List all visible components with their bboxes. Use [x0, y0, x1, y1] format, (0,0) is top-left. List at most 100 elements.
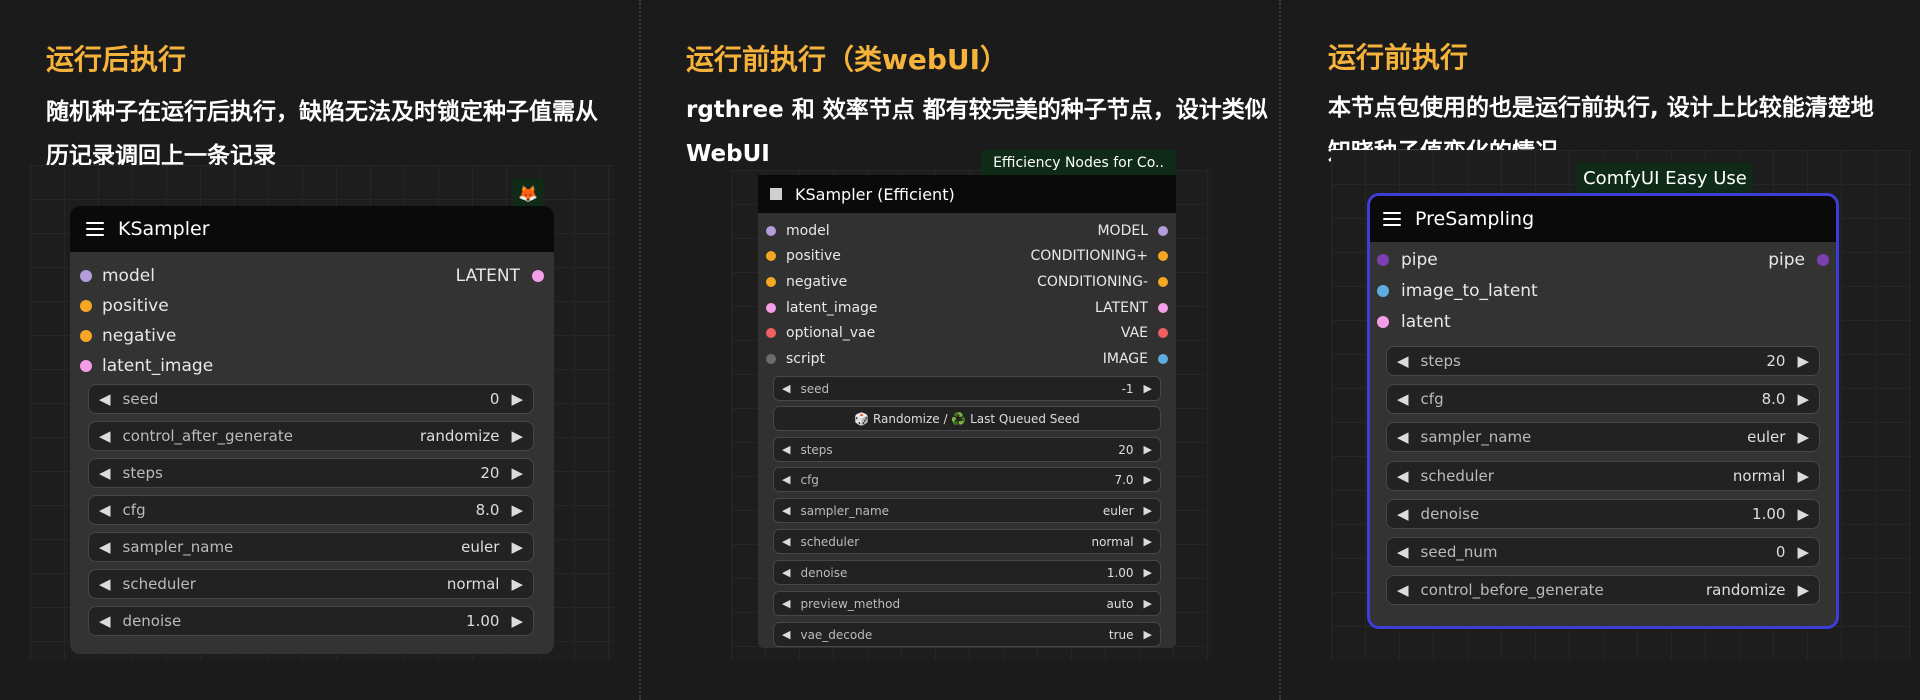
increment-arrow-icon[interactable]: ▶ [1797, 352, 1809, 370]
increment-arrow-icon[interactable]: ▶ [1144, 473, 1152, 486]
decrement-arrow-icon[interactable]: ◀ [99, 501, 111, 519]
decrement-arrow-icon[interactable]: ◀ [1397, 428, 1409, 446]
widget-scheduler[interactable]: ◀ scheduler normal ▶ [1386, 461, 1820, 491]
output-slot[interactable]: LATENT [456, 266, 544, 286]
slot-dot-icon[interactable] [766, 354, 776, 364]
increment-arrow-icon[interactable]: ▶ [511, 538, 523, 556]
output-slot[interactable]: IMAGE [1103, 350, 1168, 368]
widget-scheduler[interactable]: ◀ scheduler normal ▶ [773, 529, 1161, 554]
decrement-arrow-icon[interactable]: ◀ [1397, 581, 1409, 599]
slot-dot-icon[interactable] [1377, 254, 1389, 266]
decrement-arrow-icon[interactable]: ◀ [1397, 390, 1409, 408]
decrement-arrow-icon[interactable]: ◀ [99, 464, 111, 482]
decrement-arrow-icon[interactable]: ◀ [99, 575, 111, 593]
randomize-last-queued-seed-button[interactable]: 🎲 Randomize / ♻️ Last Queued Seed [773, 406, 1161, 431]
menu-icon[interactable] [1383, 211, 1401, 227]
ksampler-efficient-node[interactable]: KSampler (Efficient) model positive nega… [758, 175, 1176, 648]
input-slot[interactable]: negative [80, 326, 176, 346]
output-slot[interactable]: CONDITIONING- [1037, 273, 1168, 291]
decrement-arrow-icon[interactable]: ◀ [782, 382, 790, 395]
widget-cfg[interactable]: ◀ cfg 8.0 ▶ [88, 495, 534, 525]
widget-steps[interactable]: ◀ steps 20 ▶ [773, 437, 1161, 462]
widget-vae-decode[interactable]: ◀ vae_decode true ▶ [773, 622, 1161, 647]
input-slot[interactable]: model [766, 222, 830, 240]
widget-sampler-name[interactable]: ◀ sampler_name euler ▶ [88, 532, 534, 562]
widget-denoise[interactable]: ◀ denoise 1.00 ▶ [773, 560, 1161, 585]
decrement-arrow-icon[interactable]: ◀ [99, 538, 111, 556]
slot-dot-icon[interactable] [1158, 303, 1168, 313]
ksampler-node[interactable]: KSampler model positive negative latent_… [70, 206, 554, 654]
node-header[interactable]: KSampler (Efficient) [758, 175, 1176, 213]
input-slot[interactable]: latent [1377, 311, 1451, 333]
slot-dot-icon[interactable] [1377, 285, 1389, 297]
node-header[interactable]: PreSampling [1370, 196, 1836, 242]
presampling-node[interactable]: PreSampling pipe image_to_latent latent … [1367, 193, 1839, 629]
decrement-arrow-icon[interactable]: ◀ [1397, 543, 1409, 561]
decrement-arrow-icon[interactable]: ◀ [782, 597, 790, 610]
increment-arrow-icon[interactable]: ▶ [1797, 467, 1809, 485]
input-slot[interactable]: model [80, 266, 155, 286]
slot-dot-icon[interactable] [1377, 316, 1389, 328]
decrement-arrow-icon[interactable]: ◀ [782, 473, 790, 486]
widget-scheduler[interactable]: ◀ scheduler normal ▶ [88, 569, 534, 599]
decrement-arrow-icon[interactable]: ◀ [782, 566, 790, 579]
increment-arrow-icon[interactable]: ▶ [1144, 535, 1152, 548]
increment-arrow-icon[interactable]: ▶ [511, 501, 523, 519]
increment-arrow-icon[interactable]: ▶ [511, 612, 523, 630]
decrement-arrow-icon[interactable]: ◀ [782, 535, 790, 548]
output-slot[interactable]: MODEL [1097, 222, 1168, 240]
output-slot[interactable]: LATENT [1095, 299, 1168, 317]
slot-dot-icon[interactable] [1158, 354, 1168, 364]
increment-arrow-icon[interactable]: ▶ [1144, 443, 1152, 456]
decrement-arrow-icon[interactable]: ◀ [99, 612, 111, 630]
slot-dot-icon[interactable] [766, 303, 776, 313]
decrement-arrow-icon[interactable]: ◀ [782, 443, 790, 456]
increment-arrow-icon[interactable]: ▶ [511, 575, 523, 593]
slot-dot-icon[interactable] [1817, 254, 1829, 266]
input-slot[interactable]: pipe [1377, 249, 1438, 271]
decrement-arrow-icon[interactable]: ◀ [99, 427, 111, 445]
slot-dot-icon[interactable] [80, 330, 92, 342]
increment-arrow-icon[interactable]: ▶ [1797, 390, 1809, 408]
increment-arrow-icon[interactable]: ▶ [1144, 566, 1152, 579]
input-slot[interactable]: negative [766, 273, 847, 291]
widget-seed[interactable]: ◀ seed -1 ▶ [773, 376, 1161, 401]
slot-dot-icon[interactable] [766, 328, 776, 338]
increment-arrow-icon[interactable]: ▶ [1144, 504, 1152, 517]
widget-steps[interactable]: ◀ steps 20 ▶ [1386, 346, 1820, 376]
slot-dot-icon[interactable] [766, 251, 776, 261]
decrement-arrow-icon[interactable]: ◀ [1397, 505, 1409, 523]
input-slot[interactable]: positive [80, 296, 169, 316]
increment-arrow-icon[interactable]: ▶ [1144, 382, 1152, 395]
widget-cfg[interactable]: ◀ cfg 7.0 ▶ [773, 467, 1161, 492]
node-collapse-icon[interactable] [770, 188, 782, 200]
input-slot[interactable]: script [766, 350, 825, 368]
input-slot[interactable]: optional_vae [766, 324, 875, 342]
input-slot[interactable]: positive [766, 247, 841, 265]
decrement-arrow-icon[interactable]: ◀ [782, 628, 790, 641]
increment-arrow-icon[interactable]: ▶ [1144, 597, 1152, 610]
input-slot[interactable]: latent_image [766, 299, 878, 317]
widget-sampler-name[interactable]: ◀ sampler_name euler ▶ [1386, 422, 1820, 452]
decrement-arrow-icon[interactable]: ◀ [1397, 467, 1409, 485]
decrement-arrow-icon[interactable]: ◀ [1397, 352, 1409, 370]
slot-dot-icon[interactable] [766, 226, 776, 236]
slot-dot-icon[interactable] [80, 300, 92, 312]
slot-dot-icon[interactable] [1158, 251, 1168, 261]
widget-seed[interactable]: ◀ seed 0 ▶ [88, 384, 534, 414]
widget-denoise[interactable]: ◀ denoise 1.00 ▶ [1386, 499, 1820, 529]
widget-preview-method[interactable]: ◀ preview_method auto ▶ [773, 591, 1161, 616]
node-header[interactable]: KSampler [70, 206, 554, 252]
increment-arrow-icon[interactable]: ▶ [511, 390, 523, 408]
slot-dot-icon[interactable] [532, 270, 544, 282]
increment-arrow-icon[interactable]: ▶ [1797, 505, 1809, 523]
widget-seed-num[interactable]: ◀ seed_num 0 ▶ [1386, 537, 1820, 567]
decrement-arrow-icon[interactable]: ◀ [782, 504, 790, 517]
output-slot[interactable]: CONDITIONING+ [1030, 247, 1168, 265]
slot-dot-icon[interactable] [80, 270, 92, 282]
slot-dot-icon[interactable] [80, 360, 92, 372]
increment-arrow-icon[interactable]: ▶ [1797, 581, 1809, 599]
widget-sampler-name[interactable]: ◀ sampler_name euler ▶ [773, 498, 1161, 523]
slot-dot-icon[interactable] [766, 277, 776, 287]
widget-control-before-generate[interactable]: ◀ control_before_generate randomize ▶ [1386, 575, 1820, 605]
